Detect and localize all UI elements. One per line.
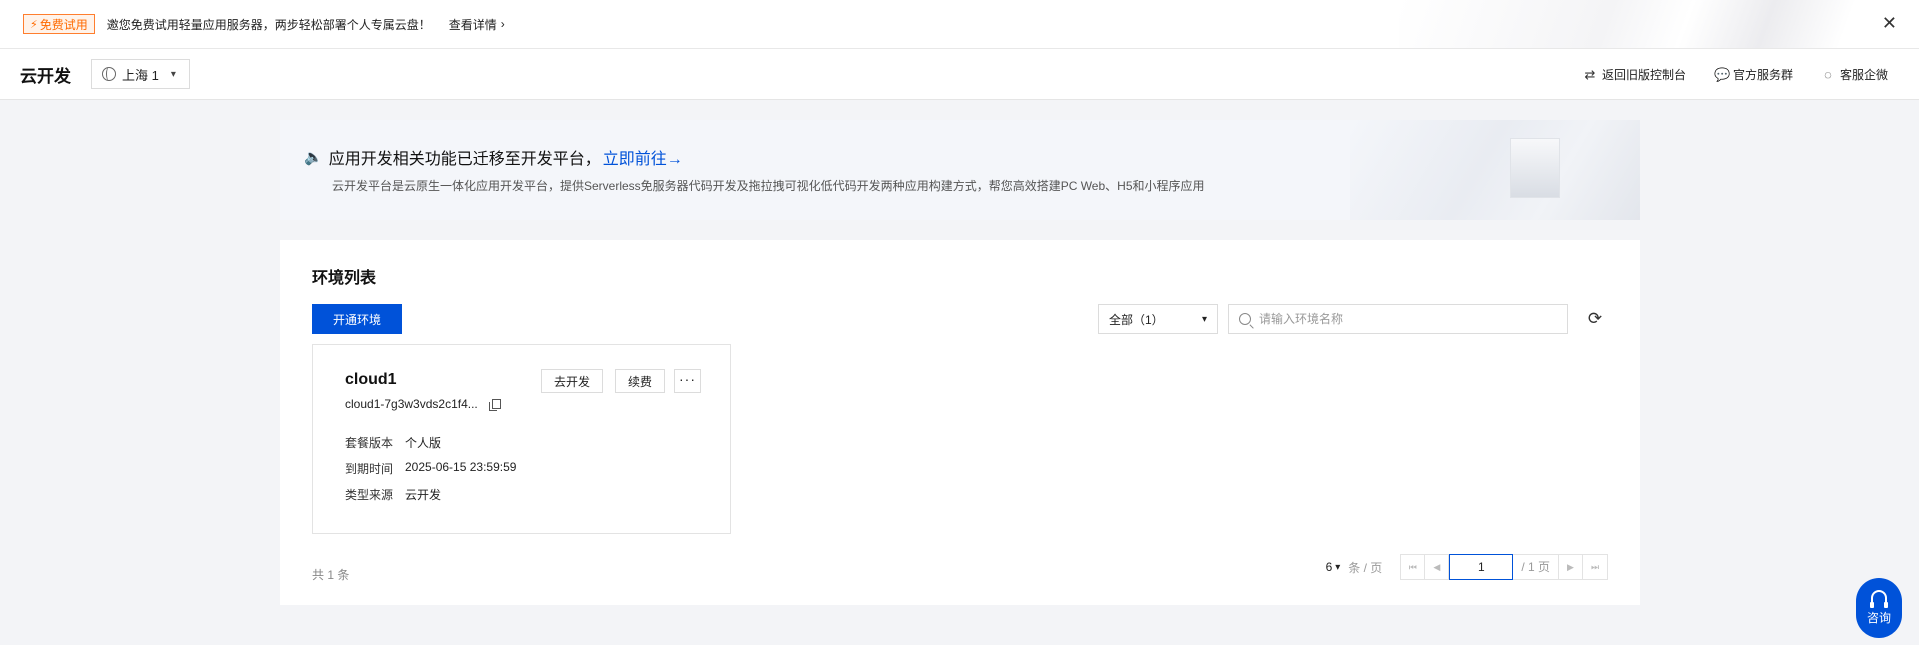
wechat-icon: 💬 bbox=[1713, 66, 1731, 82]
search-icon bbox=[1239, 313, 1251, 325]
env-id: cloud1-7g3w3vds2c1f4... bbox=[345, 397, 501, 411]
customer-service-wecom-link[interactable]: ◌ 客服企微 bbox=[1821, 66, 1888, 83]
chevron-down-icon: ▾ bbox=[1335, 561, 1341, 573]
official-service-group-link[interactable]: 💬 官方服务群 bbox=[1714, 66, 1793, 83]
promo-details-link[interactable]: 查看详情 › bbox=[449, 16, 505, 33]
notice-illustration bbox=[1350, 120, 1640, 220]
env-list-title: 环境列表 bbox=[312, 270, 377, 287]
region-selector[interactable]: 上海 1 ▾ bbox=[91, 59, 190, 89]
promo-details-label: 查看详情 bbox=[448, 17, 497, 32]
env-info-value: 2025-06-15 23:59:59 bbox=[405, 460, 517, 474]
customer-service-wecom-label: 客服企微 bbox=[1839, 68, 1888, 82]
promo-badge: ⚡ 免费试用 bbox=[23, 14, 95, 34]
env-id-text: cloud1-7g3w3vds2c1f4... bbox=[345, 397, 478, 411]
close-icon[interactable]: ✕ bbox=[1882, 13, 1897, 33]
create-env-button[interactable]: 开通环境 bbox=[312, 304, 402, 334]
env-search-input[interactable] bbox=[1259, 312, 1549, 326]
pagination: 6▾ 条 / 页 ⏮ ◀ / 1 页 ▶ ⏭ bbox=[1326, 554, 1608, 580]
copy-icon[interactable] bbox=[488, 399, 501, 411]
env-filter-label: 全部（1） bbox=[1109, 312, 1164, 327]
promo-text: 邀您免费试用轻量应用服务器，两步轻松部署个人专属云盘！ bbox=[106, 17, 431, 32]
env-filter-select[interactable]: 全部（1） ▾ bbox=[1098, 304, 1218, 334]
env-info-row: 套餐版本 个人版 bbox=[345, 434, 441, 451]
total-pages-label: / 1 页 bbox=[1513, 555, 1559, 579]
go-now-link[interactable]: 立即前往→ bbox=[603, 145, 683, 169]
promo-badge-label: 免费试用 bbox=[39, 17, 88, 32]
prev-page-icon[interactable]: ◀ bbox=[1425, 555, 1450, 579]
consult-button[interactable]: 咨询 bbox=[1856, 578, 1902, 638]
go-develop-button[interactable]: 去开发 bbox=[541, 369, 603, 393]
promo-bar: ⚡ 免费试用 邀您免费试用轻量应用服务器，两步轻松部署个人专属云盘！ 查看详情 › … bbox=[0, 0, 1919, 49]
env-info-row: 类型来源 云开发 bbox=[345, 486, 441, 503]
env-info-key: 类型来源 bbox=[345, 488, 394, 502]
env-info-key: 到期时间 bbox=[345, 462, 394, 476]
page-size-value: 6 bbox=[1325, 560, 1333, 574]
switch-icon: ⇄ bbox=[1584, 66, 1596, 82]
chevron-down-icon: ▾ bbox=[170, 68, 176, 80]
back-to-old-console-label: 返回旧版控制台 bbox=[1601, 68, 1686, 82]
last-page-icon[interactable]: ⏭ bbox=[1583, 555, 1607, 579]
promo-decoration bbox=[1399, 0, 1919, 48]
env-name: cloud1 bbox=[345, 371, 397, 388]
chat-bubble-icon: ◌ bbox=[1824, 66, 1832, 82]
headset-icon bbox=[1870, 590, 1888, 608]
header-links: ⇄ 返回旧版控制台 💬 官方服务群 ◌ 客服企微 bbox=[1583, 49, 1919, 100]
speaker-icon: 🔈 bbox=[304, 149, 323, 166]
env-info-row: 到期时间 2025-06-15 23:59:59 bbox=[345, 460, 516, 477]
first-page-icon[interactable]: ⏮ bbox=[1401, 555, 1426, 579]
globe-icon bbox=[102, 67, 116, 81]
region-label: 上海 1 bbox=[122, 67, 159, 83]
notice-description: 云开发平台是云原生一体化应用开发平台，提供Serverless免服务器代码开发及… bbox=[332, 179, 1205, 193]
total-count: 共 1 条 bbox=[312, 568, 350, 582]
bolt-icon: ⚡ bbox=[30, 18, 38, 31]
page-controls: ⏮ ◀ / 1 页 ▶ ⏭ bbox=[1400, 554, 1608, 580]
refresh-icon[interactable]: ⟳ bbox=[1584, 308, 1606, 330]
env-search-box bbox=[1228, 304, 1568, 334]
more-actions-button[interactable]: ··· bbox=[674, 369, 701, 393]
renew-button[interactable]: 续费 bbox=[615, 369, 665, 393]
next-page-icon[interactable]: ▶ bbox=[1559, 555, 1583, 579]
env-info-value: 个人版 bbox=[405, 436, 442, 450]
notice-cube bbox=[1510, 138, 1560, 198]
back-to-old-console-link[interactable]: ⇄ 返回旧版控制台 bbox=[1583, 66, 1686, 83]
chevron-right-icon: › bbox=[500, 17, 505, 31]
chevron-down-icon: ▾ bbox=[1201, 313, 1207, 325]
page-number-input[interactable] bbox=[1449, 554, 1514, 580]
env-info-key: 套餐版本 bbox=[345, 436, 394, 450]
notice-title: 🔈 应用开发相关功能已迁移至开发平台， 立即前往→ bbox=[304, 145, 683, 169]
app-title: 云开发 bbox=[20, 66, 71, 86]
env-info-value: 云开发 bbox=[405, 488, 442, 502]
env-card: cloud1 cloud1-7g3w3vds2c1f4... 去开发 续费 ··… bbox=[312, 344, 731, 534]
notice-title-text: 应用开发相关功能已迁移至开发平台， bbox=[328, 151, 601, 168]
page-size-select[interactable]: 6 ▾ bbox=[1326, 560, 1341, 574]
per-page-label: 条 / 页 bbox=[1348, 560, 1383, 575]
env-list-panel: 环境列表 开通环境 全部（1） ▾ ⟳ cloud1 cloud1-7g3w3v… bbox=[280, 240, 1640, 605]
official-service-group-label: 官方服务群 bbox=[1732, 68, 1793, 82]
consult-label: 咨询 bbox=[1866, 611, 1891, 625]
migration-notice: 🔈 应用开发相关功能已迁移至开发平台， 立即前往→ 云开发平台是云原生一体化应用… bbox=[280, 120, 1640, 220]
top-header: 云开发 上海 1 ▾ ⇄ 返回旧版控制台 💬 官方服务群 ◌ 客服企微 bbox=[0, 49, 1919, 100]
